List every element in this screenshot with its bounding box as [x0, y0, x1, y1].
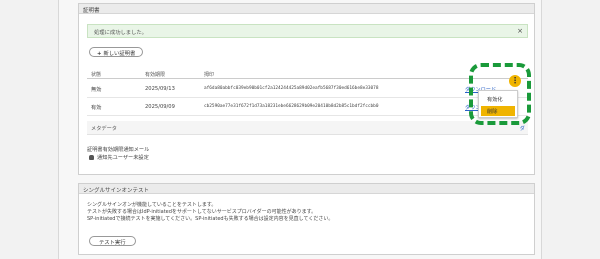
certificates-panel-title: 証明書	[79, 4, 534, 14]
plus-icon: +	[97, 51, 102, 57]
notify-setting-label: 通知先ユーザー未設定	[97, 155, 149, 161]
row-expiry: 2025/09/09	[145, 104, 175, 110]
highlight-outline	[469, 63, 531, 125]
sso-test-panel: シングルサインオンテスト シングルサインオンが機能していることをテストします。 …	[78, 183, 535, 255]
sso-description-line: テストが失敗する場合はIdP-initiatedをサポートしてないサービスプロバ…	[87, 209, 317, 215]
new-certificate-label: 新しい証明書	[103, 51, 136, 57]
table-row: 無効 2025/09/13 af6da80abbfc039eb90b01cf2a…	[87, 80, 528, 98]
new-certificate-button[interactable]: + 新しい証明書	[89, 47, 144, 57]
table-row: 有効 2025/09/09 cb2590ae77e31f672f1d73a182…	[87, 98, 528, 116]
run-test-button[interactable]: テスト実行	[89, 236, 136, 246]
row-status: 無効	[91, 87, 102, 93]
alert-message: 処理に成功しました。	[94, 30, 147, 36]
metadata-label: メタデータ	[91, 126, 117, 132]
close-icon[interactable]: ×	[517, 27, 523, 35]
row-thumbprint: cb2590ae77e31f672f1d73a18231ebe6628629b0…	[204, 104, 379, 109]
sso-description-line: シングルサインオンが機能していることをテストします。	[87, 202, 217, 208]
metadata-download-link[interactable]: ダ	[520, 125, 525, 132]
column-status: 状態	[91, 72, 102, 78]
column-thumbprint: 拇印	[204, 72, 215, 78]
notify-setting[interactable]: 通知先ユーザー未設定	[89, 154, 149, 161]
row-thumbprint: af6da80abbfc039eb90b01cf2a124244425a89d0…	[204, 86, 379, 91]
row-expiry: 2025/09/13	[145, 86, 175, 92]
sso-test-panel-title: シングルサインオンテスト	[79, 184, 534, 194]
metadata-section[interactable]: メタデータ ダ	[87, 121, 528, 135]
certificates-panel: 証明書 処理に成功しました。 × + 新しい証明書 状態 有効期限 拇印 無効 2…	[78, 3, 535, 175]
column-expiry: 有効期限	[145, 72, 166, 78]
success-alert: 処理に成功しました。 ×	[87, 24, 528, 38]
sso-description-line: SP-initiatedで接続テストを実施してください。SP-initiated…	[87, 216, 334, 222]
expiry-notice-title: 証明書有効期限通知メール	[87, 147, 150, 153]
certificates-table-header: 状態 有効期限 拇印	[87, 71, 528, 79]
row-status: 有効	[91, 105, 102, 111]
bell-icon	[89, 155, 94, 160]
